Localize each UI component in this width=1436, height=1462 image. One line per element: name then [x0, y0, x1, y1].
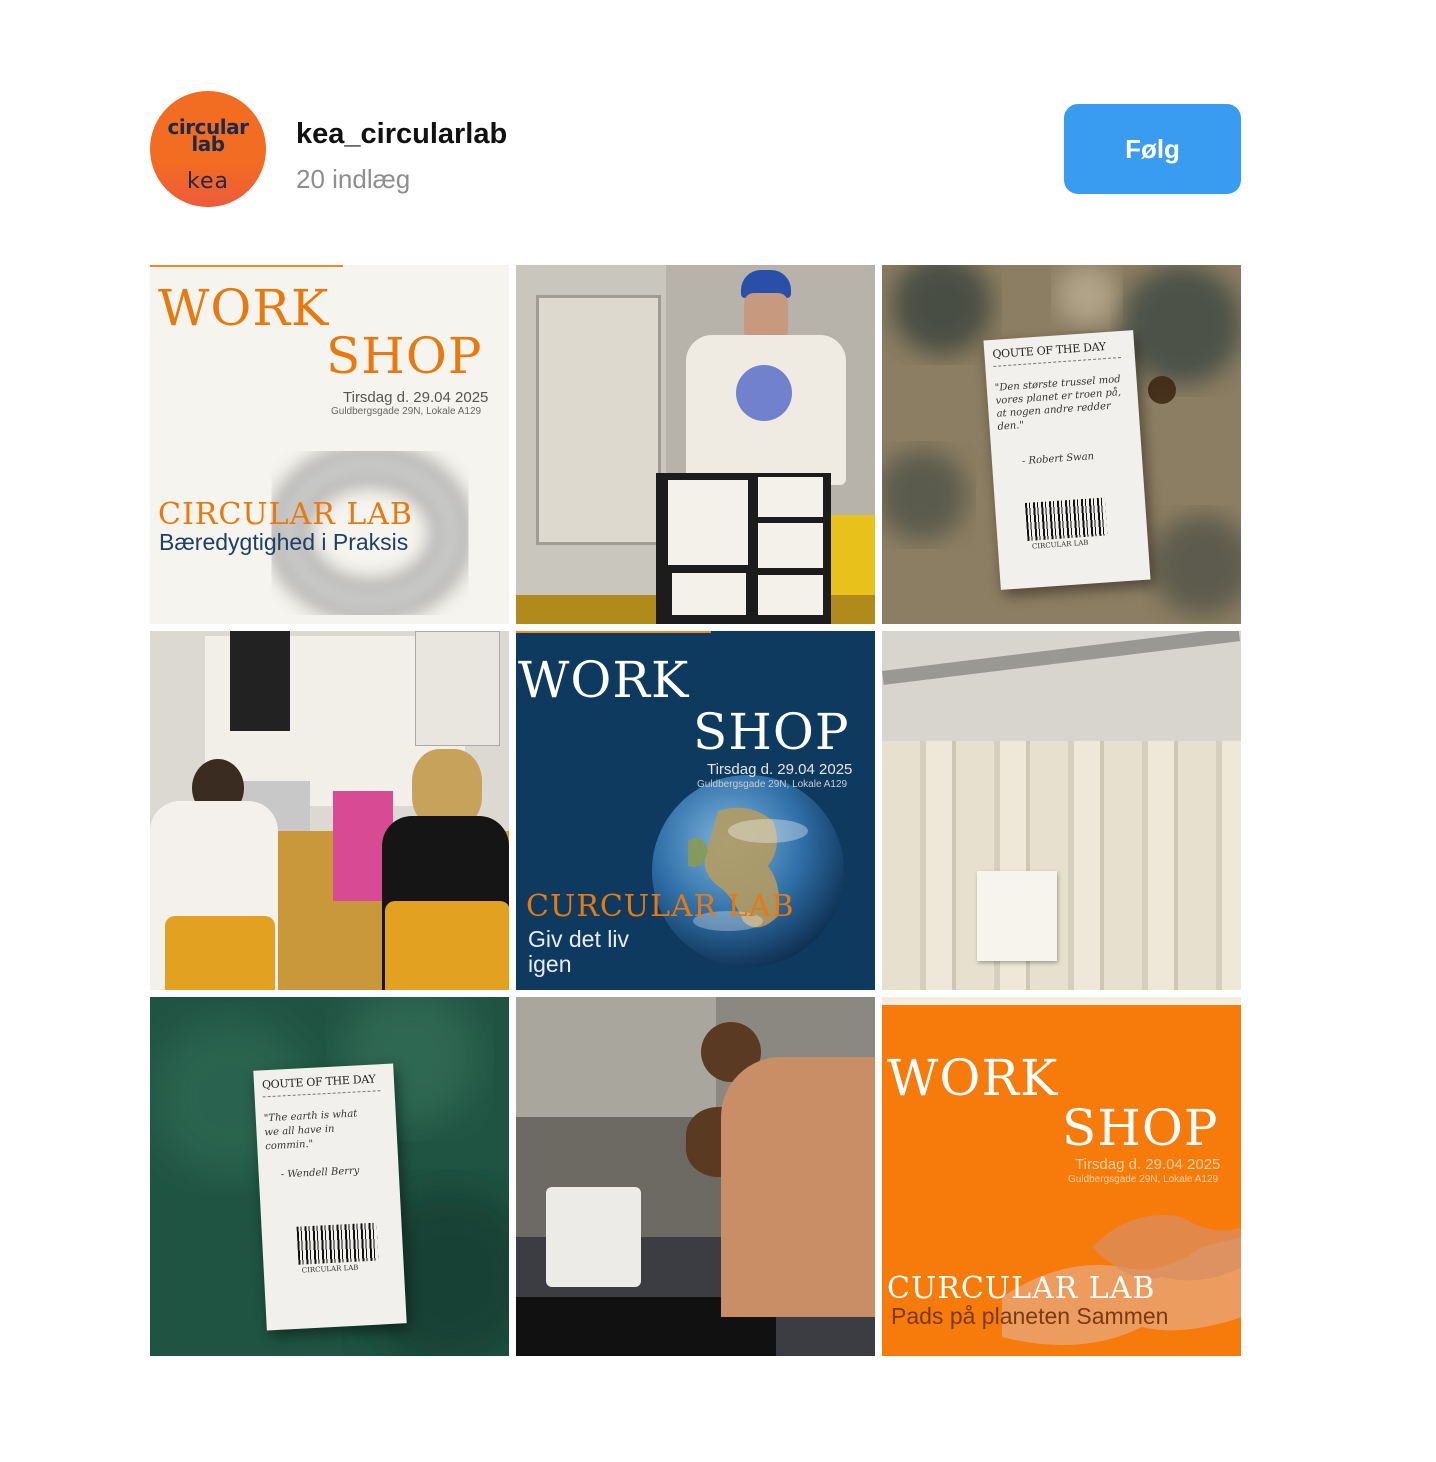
post-tile-presentation-photo[interactable]	[516, 265, 875, 624]
event-date: Tirsdag d. 29.04 2025	[707, 761, 853, 778]
chair	[165, 916, 275, 990]
quote-text: "Den største trussel mod vores planet er…	[994, 374, 1122, 433]
quote-paper: QOUTE OF THE DAY "The earth is what we a…	[253, 1063, 407, 1331]
hanging-garments	[882, 741, 1241, 990]
post-tile-workshop-orange[interactable]: WORK SHOP Tirsdag d. 29.04 2025 Guldberg…	[882, 997, 1241, 1356]
head	[744, 293, 788, 341]
tagline-line2: igen	[528, 951, 572, 977]
profile-avatar[interactable]: circular lab kea	[150, 91, 266, 207]
door	[536, 295, 661, 545]
post-tile-quote-berry[interactable]: QOUTE OF THE DAY "The earth is what we a…	[150, 997, 509, 1356]
workshop-title-line2: SHOP	[326, 327, 483, 385]
post-tile-garment-rail[interactable]	[882, 631, 1241, 990]
tagline: Pads på planeten Sammen	[891, 1303, 1169, 1329]
event-date: Tirsdag d. 29.04 2025	[1075, 1156, 1221, 1173]
post-tile-sewing-class[interactable]	[516, 997, 875, 1356]
garment-tag	[977, 871, 1057, 961]
accent-line	[516, 631, 711, 633]
post-grid: WORK SHOP Tirsdag d. 29.04 2025 Guldberg…	[150, 265, 1241, 1356]
post-tile-quote-swan[interactable]: QOUTE OF THE DAY "Den største trussel mo…	[882, 265, 1241, 624]
workshop-title-line1: WORK	[158, 279, 330, 337]
post-tile-sewing-photo[interactable]	[150, 631, 509, 990]
avatar-logo-text: circular lab	[167, 115, 249, 156]
follow-button[interactable]: Følg	[1064, 104, 1241, 194]
hanging-garment	[415, 631, 500, 746]
quote-author: - Wendell Berry	[280, 1165, 360, 1181]
globe-graphic	[652, 775, 844, 967]
event-address: Guldbergsgade 29N, Lokale A129	[331, 406, 482, 417]
brand-name: CURCULAR LAB	[887, 1271, 1156, 1306]
shirt-print	[736, 365, 792, 421]
quote-author: - Robert Swan	[1021, 451, 1095, 468]
post-count: 20 indlæg	[296, 164, 411, 194]
event-address: Guldbergsgade 29N, Lokale A129	[1068, 1174, 1219, 1185]
sewing-machine	[546, 1187, 641, 1287]
workshop-title-line1: WORK	[887, 1049, 1059, 1107]
dashed-divider	[262, 1090, 381, 1098]
barcode	[1024, 497, 1108, 541]
tan-jacket	[721, 1057, 875, 1317]
workshop-title-line2: SHOP	[1062, 1099, 1219, 1157]
event-date: Tirsdag d. 29.04 2025	[343, 389, 489, 406]
workshop-title-line2: SHOP	[693, 703, 850, 761]
barcode	[296, 1222, 379, 1265]
profile-username[interactable]: kea_circularlab	[296, 118, 507, 151]
avatar-brand-text: kea	[187, 169, 229, 194]
post-tile-workshop-navy[interactable]: WORK SHOP Tirsdag d. 29.04 2025 Guldberg…	[516, 631, 875, 990]
accent-line	[150, 265, 343, 267]
brand-name: CIRCULAR LAB	[158, 497, 413, 532]
board-card	[672, 573, 746, 615]
chair	[385, 901, 509, 990]
post-tile-workshop-cream[interactable]: WORK SHOP Tirsdag d. 29.04 2025 Guldberg…	[150, 265, 509, 624]
quote-paper: QOUTE OF THE DAY "Den største trussel mo…	[983, 330, 1151, 590]
barcode-label: CIRCULAR LAB	[1031, 538, 1089, 551]
board-card	[758, 523, 823, 568]
board-card	[758, 575, 823, 615]
barcode-label: CIRCULAR LAB	[301, 1263, 359, 1275]
board-card	[758, 477, 823, 517]
quote-text: "The earth is what we all have in commin…	[263, 1108, 358, 1153]
tagline-line1: Giv det liv	[528, 926, 629, 952]
board-card	[668, 480, 748, 565]
workshop-title-line1: WORK	[518, 651, 690, 709]
brand-name: CURCULAR LAB	[526, 889, 795, 924]
shelving	[516, 997, 716, 1117]
tagline: Bæredygtighed i Praksis	[159, 529, 409, 555]
top-strip	[882, 997, 1241, 1005]
quote-heading: QOUTE OF THE DAY	[992, 340, 1107, 361]
hanging-garment	[230, 631, 290, 731]
event-address: Guldbergsgade 29N, Lokale A129	[697, 779, 848, 790]
quote-heading: QOUTE OF THE DAY	[261, 1072, 376, 1092]
